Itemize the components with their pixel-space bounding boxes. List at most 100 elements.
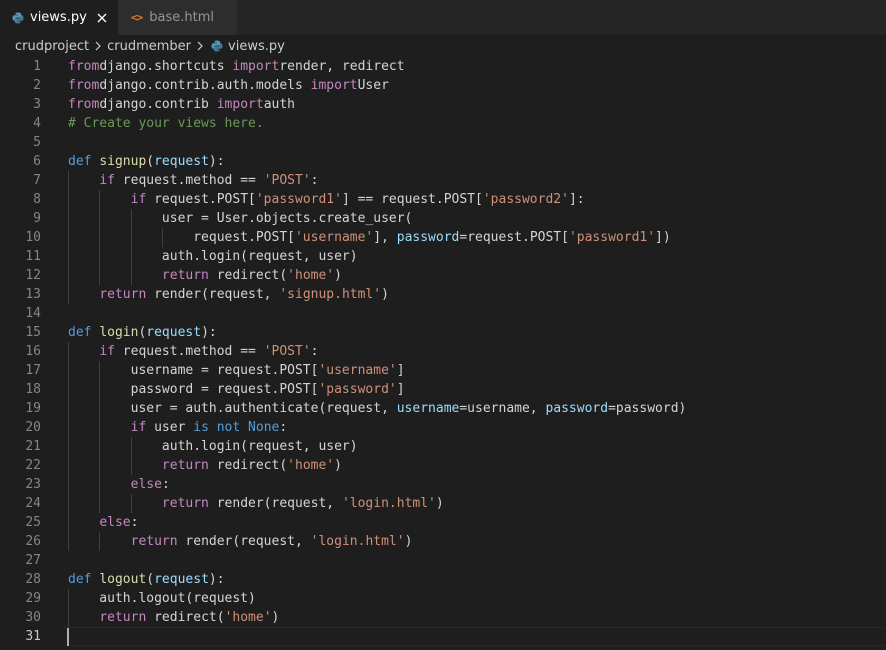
- code-line[interactable]: 4 # Create your views here.: [0, 114, 886, 133]
- code-line[interactable]: 3 fromdjango.contrib importauth: [0, 95, 886, 114]
- code-token: # Create your views here.: [68, 116, 264, 131]
- code-token: :: [310, 344, 319, 359]
- code-line[interactable]: 12 return redirect('home'): [0, 266, 886, 285]
- code-token: =request.POST[: [459, 230, 569, 245]
- code-line[interactable]: 2 fromdjango.contrib.auth.models importUs…: [0, 76, 886, 95]
- line-number: 6: [33, 154, 41, 169]
- code-token: user = auth.authenticate(request,: [68, 401, 397, 416]
- code-token: return: [161, 496, 209, 511]
- code-line[interactable]: 14: [0, 304, 886, 323]
- code-token: auth.logout(request): [68, 591, 256, 606]
- code-token: User: [357, 78, 389, 93]
- code-token: ]: [396, 363, 405, 378]
- line-number: 18: [25, 382, 41, 397]
- code-line[interactable]: 16 if request.method == 'POST':: [0, 342, 886, 361]
- code-token: from: [68, 97, 100, 112]
- indent-guide: [68, 589, 69, 627]
- code-line[interactable]: 21 auth.login(request, user): [0, 437, 886, 456]
- code-token: import: [310, 78, 358, 93]
- code-line[interactable]: 28 def logout(request):: [0, 570, 886, 589]
- code-token: redirect(: [208, 268, 288, 283]
- line-code: fromdjango.shortcuts importrender, redir…: [68, 57, 405, 76]
- line-code: if request.POST['password1'] == request.…: [68, 190, 585, 209]
- indent-guide: [99, 190, 101, 285]
- code-line[interactable]: 17 username = request.POST['username']: [0, 361, 886, 380]
- line-number: 15: [25, 325, 41, 340]
- tab-base-html[interactable]: <> base.html: [118, 0, 237, 35]
- line-number: 19: [25, 401, 41, 416]
- code-token: django.contrib: [99, 97, 217, 112]
- chevron-right-icon: [193, 39, 207, 53]
- code-line[interactable]: 20 if user is not None:: [0, 418, 886, 437]
- code-line[interactable]: 19 user = auth.authenticate(request, use…: [0, 399, 886, 418]
- code-token: 'signup.html': [279, 287, 382, 302]
- code-line[interactable]: 15 def login(request):: [0, 323, 886, 342]
- code-line[interactable]: 24 return render(request, 'login.html'): [0, 494, 886, 513]
- line-number: 13: [25, 287, 41, 302]
- line-code: username = request.POST['username']: [68, 361, 405, 380]
- line-number: 12: [25, 268, 41, 283]
- code-line[interactable]: 1 fromdjango.shortcuts importrender, redi…: [0, 57, 886, 76]
- line-number: 22: [25, 458, 41, 473]
- code-token: return: [161, 268, 209, 283]
- code-line[interactable]: 26 return render(request, 'login.html'): [0, 532, 886, 551]
- code-line[interactable]: 13 return render(request, 'signup.html'): [0, 285, 886, 304]
- code-token: ):: [208, 154, 225, 169]
- line-code: def login(request):: [68, 323, 217, 342]
- code-line[interactable]: 5: [0, 133, 886, 152]
- breadcrumb-item-crudproject[interactable]: crudproject: [15, 39, 89, 54]
- indent-guide: [130, 437, 132, 475]
- line-number: 1: [33, 59, 41, 74]
- code-token: return: [161, 458, 209, 473]
- code-token: request.POST[: [146, 192, 256, 207]
- tab-views-py[interactable]: views.py: [0, 0, 118, 35]
- code-line[interactable]: 23 else:: [0, 475, 886, 494]
- line-number: 14: [25, 306, 41, 321]
- text-cursor: [67, 628, 69, 646]
- code-token: 'password1': [568, 230, 656, 245]
- line-code: user = User.objects.create_user(: [68, 209, 412, 228]
- code-token: if: [130, 420, 147, 435]
- code-line[interactable]: 29 auth.logout(request): [0, 589, 886, 608]
- breadcrumb-item-views-py[interactable]: views.py: [228, 39, 285, 54]
- indent-guide: [68, 171, 69, 304]
- line-number: 11: [25, 249, 41, 264]
- line-number: 31: [25, 629, 41, 644]
- code-token: ): [381, 287, 389, 302]
- code-line[interactable]: 30 return redirect('home'): [0, 608, 886, 627]
- line-number: 8: [33, 192, 41, 207]
- code-line[interactable]: 22 return redirect('home'): [0, 456, 886, 475]
- code-line[interactable]: 31: [0, 627, 886, 646]
- code-token: :: [279, 420, 288, 435]
- code-line[interactable]: 7 if request.method == 'POST':: [0, 171, 886, 190]
- code-line[interactable]: 10 request.POST['username'], password=re…: [0, 228, 886, 247]
- indent-guide: [68, 342, 69, 551]
- close-icon[interactable]: [94, 10, 110, 26]
- code-line[interactable]: 9 user = User.objects.create_user(: [0, 209, 886, 228]
- code-line[interactable]: 8 if request.POST['password1'] == reques…: [0, 190, 886, 209]
- code-editor[interactable]: 1 fromdjango.shortcuts importrender, redi…: [0, 57, 886, 650]
- breadcrumb-item-crudmember[interactable]: crudmember: [107, 39, 191, 54]
- code-token: request: [154, 572, 209, 587]
- line-number: 23: [25, 477, 41, 492]
- code-token: ] == request.POST[: [341, 192, 483, 207]
- code-line[interactable]: 6 def signup(request):: [0, 152, 886, 171]
- code-token: 'login.html': [310, 534, 405, 549]
- code-line[interactable]: 27: [0, 551, 886, 570]
- line-code: # Create your views here.: [68, 114, 264, 133]
- line-code: return render(request, 'signup.html'): [68, 285, 389, 304]
- code-token: auth.login(request, user): [68, 439, 358, 454]
- code-token: if: [99, 344, 115, 359]
- code-token: 'home': [287, 458, 335, 473]
- code-token: 'password2': [482, 192, 569, 207]
- line-code: def logout(request):: [68, 570, 225, 589]
- code-token: login: [99, 325, 139, 340]
- code-line[interactable]: 25 else:: [0, 513, 886, 532]
- indent-guide: [161, 228, 163, 247]
- code-line[interactable]: 18 password = request.POST['password']: [0, 380, 886, 399]
- line-code: if request.method == 'POST':: [68, 342, 318, 361]
- code-line[interactable]: 11 auth.login(request, user): [0, 247, 886, 266]
- code-token: auth.login(request, user): [68, 249, 358, 264]
- code-token: =password): [608, 401, 687, 416]
